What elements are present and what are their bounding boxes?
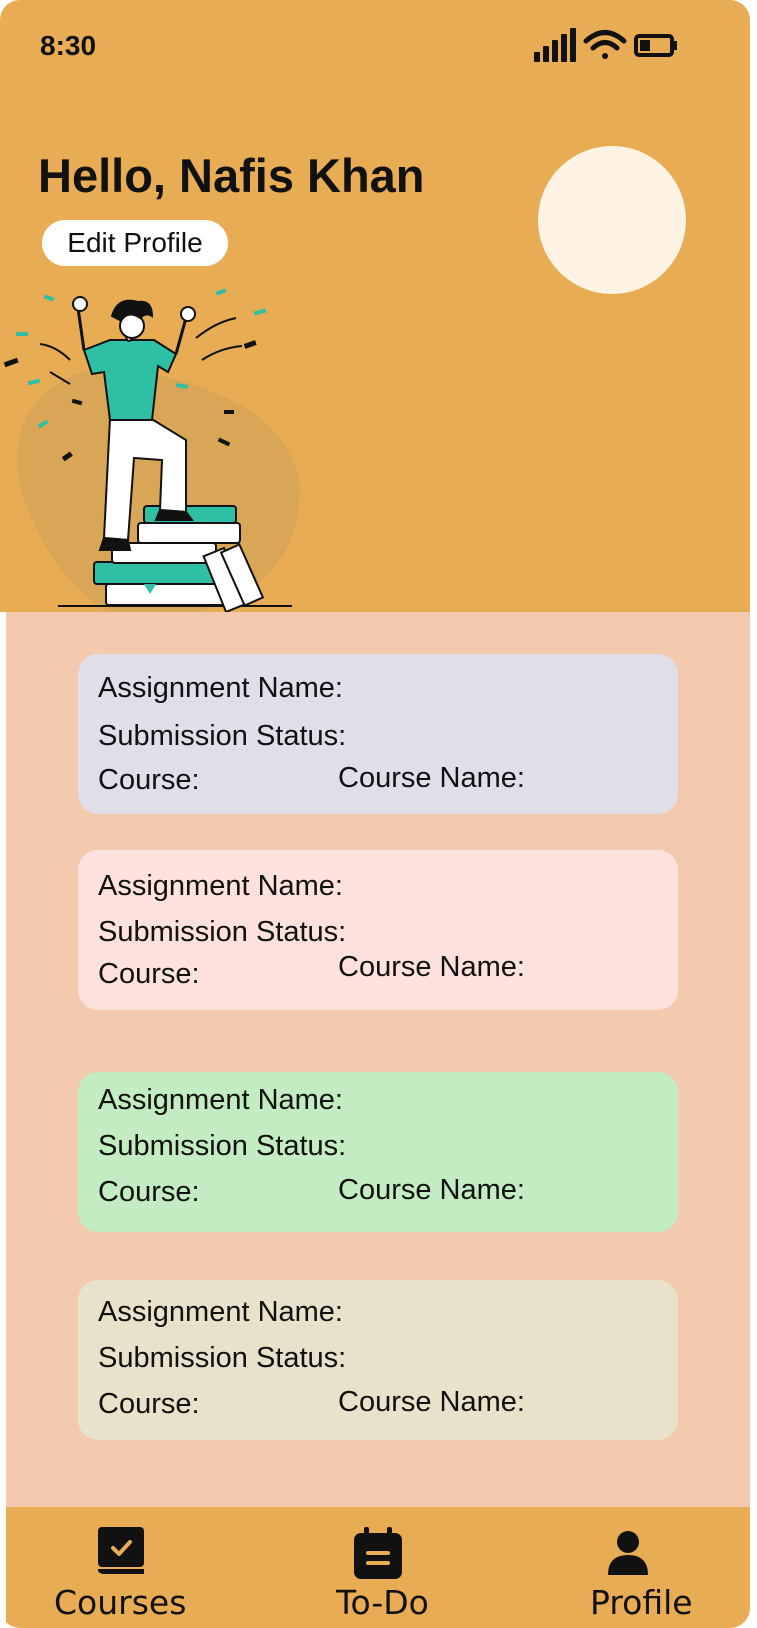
course-name-label: Course Name: [338,1386,525,1418]
avatar[interactable] [538,146,686,294]
assignment-card[interactable]: Assignment Name: Submission Status: Cour… [78,1280,678,1440]
calendar-list-icon [354,1527,402,1579]
assignment-name-label: Assignment Name: [98,1084,343,1116]
nav-courses-label: Courses [54,1583,187,1622]
assignment-card[interactable]: Assignment Name: Submission Status: Cour… [78,654,678,814]
assignment-name-label: Assignment Name: [98,672,343,704]
bottom-nav: Courses To-Do Profile [6,1507,750,1628]
phone-screen: 8:30 Hello, Nafis Khan Edit Profile Assi… [0,0,750,1628]
profile-header: 8:30 Hello, Nafis Khan Edit Profile [0,0,750,622]
assignment-card[interactable]: Assignment Name: Submission Status: Cour… [78,1072,678,1232]
greeting-title: Hello, Nafis Khan [38,149,425,202]
person-icon [608,1531,648,1575]
edit-profile-button[interactable]: Edit Profile [42,220,228,266]
course-name-label: Course Name: [338,762,525,794]
submission-status-label: Submission Status: [98,1342,347,1374]
course-name-label: Course Name: [338,951,525,983]
wifi-icon [583,30,627,59]
submission-status-label: Submission Status: [98,720,347,752]
course-label: Course: [98,958,200,990]
course-label: Course: [98,1176,200,1208]
assignment-name-label: Assignment Name: [98,1296,343,1328]
course-label: Course: [98,764,200,796]
course-label: Course: [98,1388,200,1420]
status-time: 8:30 [40,30,97,61]
submission-status-label: Submission Status: [98,1130,347,1162]
nav-todo[interactable]: To-Do [266,1507,506,1628]
course-name-label: Course Name: [338,1174,525,1206]
battery-icon [634,34,677,57]
nav-profile-label: Profile [590,1583,693,1622]
assignments-list: Assignment Name: Submission Status: Cour… [6,612,750,1507]
nav-courses[interactable]: Courses [6,1507,246,1628]
book-check-icon [98,1527,144,1574]
celebration-illustration [3,288,300,622]
status-icons [534,28,677,62]
signal-icon [534,28,576,62]
assignment-name-label: Assignment Name: [98,870,343,902]
assignment-card[interactable]: Assignment Name: Submission Status: Cour… [78,850,678,1010]
nav-profile[interactable]: Profile [526,1507,750,1628]
nav-todo-label: To-Do [336,1583,429,1622]
submission-status-label: Submission Status: [98,916,347,948]
